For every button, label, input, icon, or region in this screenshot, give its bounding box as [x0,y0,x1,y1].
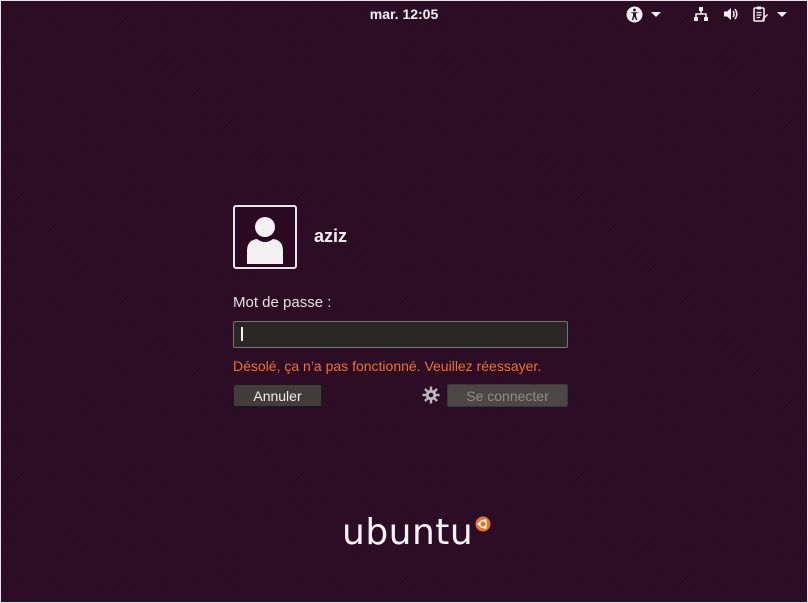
chevron-down-icon [651,11,661,17]
password-input[interactable] [233,321,568,348]
system-menu[interactable] [693,5,787,23]
username: aziz [314,226,348,246]
gear-icon[interactable] [422,386,440,409]
volume-icon [723,6,739,22]
network-icon [693,6,709,22]
user-icon [247,217,283,264]
circle-of-friends-icon [475,516,491,537]
accessibility-icon [626,6,643,23]
login-button[interactable]: Se connecter [447,384,568,407]
accessibility-menu[interactable] [626,5,661,23]
cancel-button[interactable]: Annuler [233,384,322,407]
password-label: Mot de passe : [233,294,332,311]
user-avatar [233,205,297,269]
power-menu-icon [753,6,769,22]
ubuntu-logo: ubuntu [342,513,491,553]
clock[interactable]: mar. 12:05 [1,6,807,22]
logo-text: ubuntu [342,512,474,553]
top-bar: mar. 12:05 [1,1,807,27]
chevron-down-icon [777,11,787,17]
error-message: Désolé, ça n’a pas fonctionné. Veuillez … [233,358,542,374]
text-cursor [241,327,243,341]
login-screen: mar. 12:05 aziz Mot de passe: Désolé, ç… [0,0,808,603]
